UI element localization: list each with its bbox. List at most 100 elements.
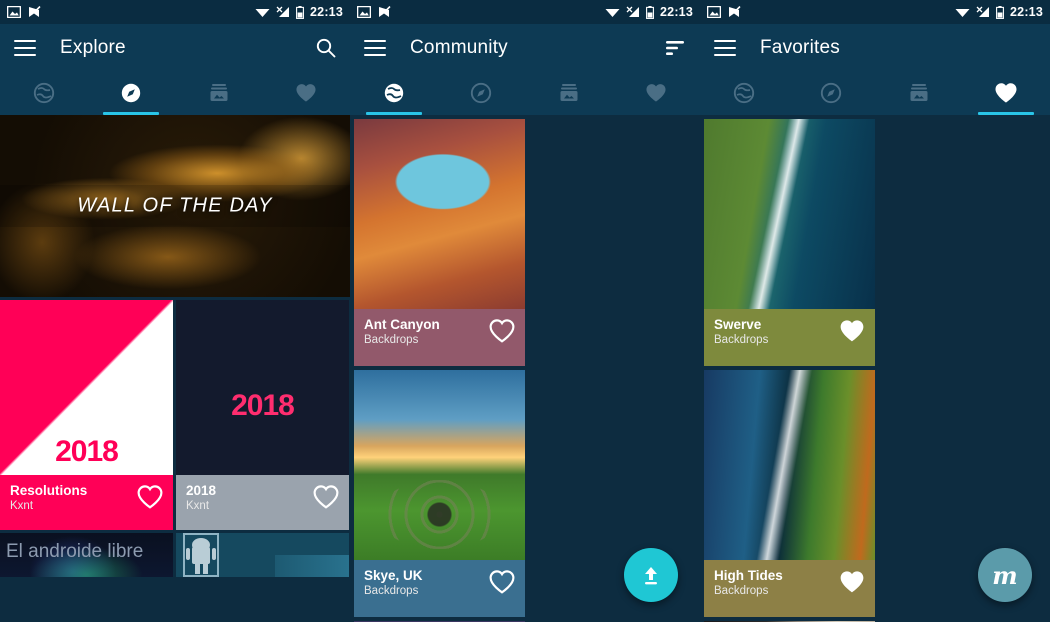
archive-icon [210,84,228,101]
card-thumbnail: El androide libre [0,533,173,577]
card-title: Resolutions [10,483,88,498]
el-androide-libre-text: El androide libre [6,541,144,562]
hamburger-icon[interactable] [364,39,386,56]
phone-panel-favorites: 22:13 Favorites Swerve Backdrops High Ti… [700,0,1050,622]
battery-icon [646,5,654,19]
list-item[interactable]: Skye, UK Backdrops [354,370,525,617]
checklist-icon [729,6,741,17]
status-bar-clock: 22:13 [1010,5,1043,19]
tab-favorites[interactable] [263,71,351,115]
sort-icon[interactable] [664,39,686,57]
list-item[interactable]: El androide libre [0,533,173,577]
archive-icon [560,84,578,101]
list-item[interactable]: High Tides Backdrops [704,370,875,617]
battery-icon [996,5,1004,19]
card-caption: Ant Canyon Backdrops [354,309,525,366]
favorite-toggle-icon[interactable] [137,485,163,509]
tab-explore[interactable] [88,71,176,115]
wall-of-the-day-label: WALL OF THE DAY [77,194,273,217]
content-community: Ant Canyon Backdrops Skye, UK Backdrops [350,115,700,622]
hamburger-icon[interactable] [14,39,36,56]
swerve-artwork [704,119,875,309]
content-favorites: Swerve Backdrops High Tides Backdrops m [700,115,1050,622]
status-bar: 22:13 [0,0,350,24]
search-icon[interactable] [316,38,336,58]
cellular-no-signal-icon [976,6,990,17]
tab-community[interactable] [700,71,788,115]
explore-grid: 2018 Resolutions Kxnt 2018 2018 Kxnt El … [0,297,350,577]
tab-favorites[interactable] [963,71,1050,115]
app-bar-explore: Explore [0,24,350,71]
tab-collections[interactable] [875,71,963,115]
list-item[interactable]: 2018 2018 Kxnt [176,300,349,530]
card-subtitle: Kxnt [186,500,210,512]
wall-of-the-day-card[interactable]: WALL OF THE DAY [0,115,350,297]
tab-collections[interactable] [525,71,613,115]
android-robot-icon [183,533,219,577]
checklist-icon [379,6,391,17]
card-title: High Tides [714,568,783,583]
image-icon [7,6,21,18]
upload-fab[interactable] [624,548,678,602]
status-bar: 22:13 [700,0,1050,24]
list-item[interactable] [176,533,349,577]
tab-favorites[interactable] [613,71,701,115]
card-thumbnail [704,370,875,560]
card-title: Ant Canyon [364,317,440,332]
tab-community[interactable] [0,71,88,115]
favorite-toggle-icon[interactable] [839,570,865,594]
battery-icon [296,5,304,19]
card-caption: High Tides Backdrops [704,560,875,617]
favorite-toggle-icon[interactable] [489,570,515,594]
upload-icon [645,567,657,585]
tab-collections[interactable] [175,71,263,115]
card-caption: 2018 Kxnt [176,475,349,530]
card-caption: Swerve Backdrops [704,309,875,366]
status-bar-right-icons: 22:13 [255,5,343,19]
list-item[interactable]: Swerve Backdrops [704,119,875,366]
hamburger-icon[interactable] [714,39,736,56]
checklist-icon [29,6,41,17]
app-bar-favorites: Favorites [700,24,1050,71]
year-overlay: 2018 [231,389,295,422]
card-subtitle: Backdrops [364,334,419,346]
heart-icon [995,83,1017,103]
list-item[interactable]: Ant Canyon Backdrops [354,119,525,366]
card-subtitle: Backdrops [714,334,769,346]
image-icon [707,6,721,18]
list-item[interactable]: 2018 Resolutions Kxnt [0,300,173,530]
globe-icon [733,82,754,104]
favorite-toggle-icon[interactable] [839,319,865,343]
card-subtitle: Kxnt [10,500,34,512]
status-bar-left-icons [707,6,741,18]
card-subtitle: Backdrops [364,585,419,597]
app-bar-community: Community [350,24,700,71]
status-bar-left-icons [357,6,391,18]
heart-icon [296,84,316,102]
high-tides-artwork [704,370,875,560]
cellular-no-signal-icon [626,6,640,17]
community-grid: Ant Canyon Backdrops Skye, UK Backdrops [350,115,700,622]
favorite-toggle-icon[interactable] [313,485,339,509]
compass-icon [821,82,842,104]
wifi-icon [605,9,620,17]
favorite-toggle-icon[interactable] [489,319,515,343]
compass-icon [122,83,141,103]
tab-bar-community [350,71,700,115]
brand-fab[interactable]: m [978,548,1032,602]
card-caption: Skye, UK Backdrops [354,560,525,617]
tab-explore[interactable] [788,71,876,115]
archive-icon [910,84,928,101]
phone-panel-explore: 22:13 Explore WALL OF THE DAY 2018 Resol… [0,0,350,622]
wifi-icon [255,9,270,17]
tab-community[interactable] [350,71,438,115]
card-thumbnail [354,370,525,560]
cellular-no-signal-icon [276,6,290,17]
card-title: 2018 [186,483,217,498]
page-title: Explore [60,36,126,58]
year-dark-artwork [176,300,349,475]
status-bar-left-icons [7,6,41,18]
tab-explore[interactable] [438,71,526,115]
card-title: Swerve [714,317,762,332]
image-icon [357,6,371,18]
